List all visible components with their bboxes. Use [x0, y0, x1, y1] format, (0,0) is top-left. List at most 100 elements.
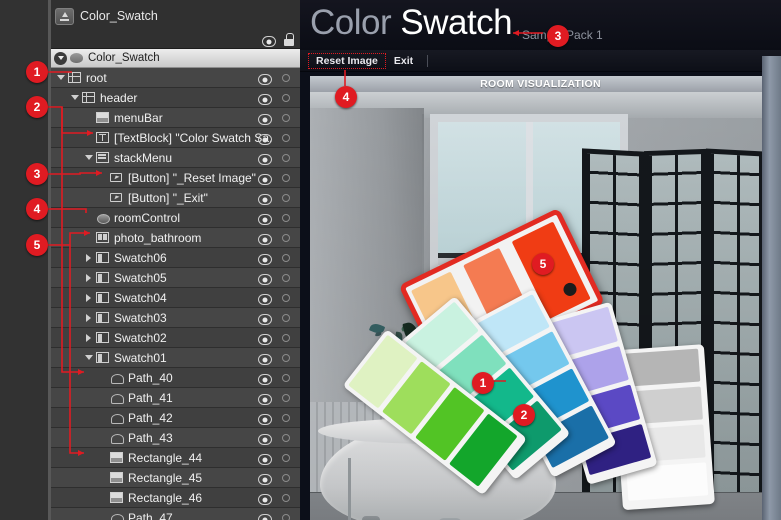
render-toggle-icon[interactable]: [282, 254, 290, 262]
render-toggle-icon[interactable]: [282, 514, 290, 520]
render-toggle-icon[interactable]: [282, 474, 290, 482]
tree-row-label: Path_40: [128, 371, 300, 385]
twisty-open-icon[interactable]: [55, 72, 66, 83]
app-title-light: Color: [310, 3, 391, 42]
tree-row[interactable]: Rectangle_44: [51, 448, 300, 468]
tree-row-label: Path_42: [128, 411, 300, 425]
exit-button[interactable]: Exit: [386, 53, 421, 69]
scope-object-icon: [70, 53, 83, 63]
render-toggle-icon[interactable]: [282, 454, 290, 462]
render-toggle-icon[interactable]: [282, 294, 290, 302]
twisty-none: [97, 452, 108, 463]
render-toggle-icon[interactable]: [282, 134, 290, 142]
tree-row-label: Rectangle_44: [128, 451, 300, 465]
twisty-closed-icon[interactable]: [83, 332, 94, 343]
tree-row[interactable]: [TextBlock] "Color Swatch Sa.: [51, 128, 300, 148]
render-toggle-icon[interactable]: [282, 394, 290, 402]
overlay-badge-2: 2: [513, 404, 535, 426]
tree-row[interactable]: Swatch05: [51, 268, 300, 288]
twisty-closed-icon[interactable]: [83, 272, 94, 283]
render-toggle-icon[interactable]: [282, 354, 290, 362]
path-icon: [110, 412, 123, 423]
chevron-down-icon[interactable]: [54, 52, 67, 65]
tree-row[interactable]: roomControl: [51, 208, 300, 228]
tree-row[interactable]: [Button] "_Reset Image": [51, 168, 300, 188]
swatch-icon: [96, 272, 109, 283]
tree-row-label: Rectangle_45: [128, 471, 300, 485]
panel-title: Color_Swatch: [80, 9, 158, 23]
app-header: Color Swatch Sample Pack 1: [300, 0, 781, 50]
twisty-closed-icon[interactable]: [83, 312, 94, 323]
reset-image-button[interactable]: Reset Image: [308, 53, 386, 69]
tree-row[interactable]: root: [51, 68, 300, 88]
tree-row[interactable]: Swatch04: [51, 288, 300, 308]
tree-row[interactable]: Swatch06: [51, 248, 300, 268]
tree-row[interactable]: Path_42: [51, 408, 300, 428]
twisty-closed-icon[interactable]: [83, 252, 94, 263]
menu-divider: [427, 55, 428, 67]
twisty-open-icon[interactable]: [83, 352, 94, 363]
render-toggle-icon[interactable]: [282, 194, 290, 202]
artboard-icon: [55, 8, 74, 25]
path-icon: [110, 512, 123, 520]
render-toggle-icon[interactable]: [282, 494, 290, 502]
tree-row[interactable]: Swatch03: [51, 308, 300, 328]
render-toggle-icon[interactable]: [282, 334, 290, 342]
twisty-closed-icon[interactable]: [83, 292, 94, 303]
tree-row[interactable]: Swatch01: [51, 348, 300, 368]
bathtub-drain-pipe: [348, 458, 351, 520]
render-toggle-icon[interactable]: [282, 74, 290, 82]
tree-row[interactable]: photo_bathroom: [51, 228, 300, 248]
tree-row-label: roomControl: [114, 211, 300, 225]
tree-row-label: [Button] "_Reset Image": [128, 171, 300, 185]
tree-row[interactable]: Path_40: [51, 368, 300, 388]
tree-row[interactable]: Rectangle_45: [51, 468, 300, 488]
render-toggle-icon[interactable]: [282, 314, 290, 322]
twisty-none: [83, 212, 94, 223]
swatch-fan[interactable]: [445, 275, 781, 520]
render-toggle-icon[interactable]: [282, 434, 290, 442]
tree-row[interactable]: Path_47: [51, 508, 300, 520]
rect-icon: [110, 452, 123, 463]
twisty-none: [97, 392, 108, 403]
tree-row-label: Swatch01: [114, 351, 300, 365]
swatch-icon: [96, 312, 109, 323]
rect-icon: [96, 112, 109, 123]
twisty-open-icon[interactable]: [83, 152, 94, 163]
tree-row-label: Path_41: [128, 391, 300, 405]
header-eye-icon[interactable]: [262, 34, 276, 52]
twisty-none: [97, 472, 108, 483]
render-toggle-icon[interactable]: [282, 234, 290, 242]
tree-row[interactable]: stackMenu: [51, 148, 300, 168]
tree-row[interactable]: menuBar: [51, 108, 300, 128]
overlay-badge-4: 4: [335, 86, 357, 108]
stack-icon: [96, 152, 109, 163]
render-toggle-icon[interactable]: [282, 174, 290, 182]
tree-row-label: Swatch06: [114, 251, 300, 265]
tree-row[interactable]: Path_43: [51, 428, 300, 448]
render-toggle-icon[interactable]: [282, 414, 290, 422]
twisty-none: [97, 372, 108, 383]
render-toggle-icon[interactable]: [282, 94, 290, 102]
tree-row[interactable]: Rectangle_46: [51, 488, 300, 508]
swatch-icon: [96, 352, 109, 363]
tree-row-label: [TextBlock] "Color Swatch Sa.: [114, 131, 300, 145]
render-toggle-icon[interactable]: [282, 114, 290, 122]
rect-icon: [110, 472, 123, 483]
tree-row[interactable]: Swatch02: [51, 328, 300, 348]
twisty-open-icon[interactable]: [69, 92, 80, 103]
twisty-none: [97, 432, 108, 443]
twisty-none: [97, 512, 108, 520]
eye-icon[interactable]: [258, 512, 272, 520]
panel-titlebar: Color_Swatch: [51, 0, 300, 32]
tree-row[interactable]: header: [51, 88, 300, 108]
header-lock-icon[interactable]: [283, 33, 295, 51]
render-toggle-icon[interactable]: [282, 274, 290, 282]
twisty-none: [97, 192, 108, 203]
tree-row[interactable]: [Button] "_Exit": [51, 188, 300, 208]
tree-row[interactable]: Path_41: [51, 388, 300, 408]
render-toggle-icon[interactable]: [282, 374, 290, 382]
render-toggle-icon[interactable]: [282, 214, 290, 222]
render-toggle-icon[interactable]: [282, 154, 290, 162]
tree-row-label: Rectangle_46: [128, 491, 300, 505]
